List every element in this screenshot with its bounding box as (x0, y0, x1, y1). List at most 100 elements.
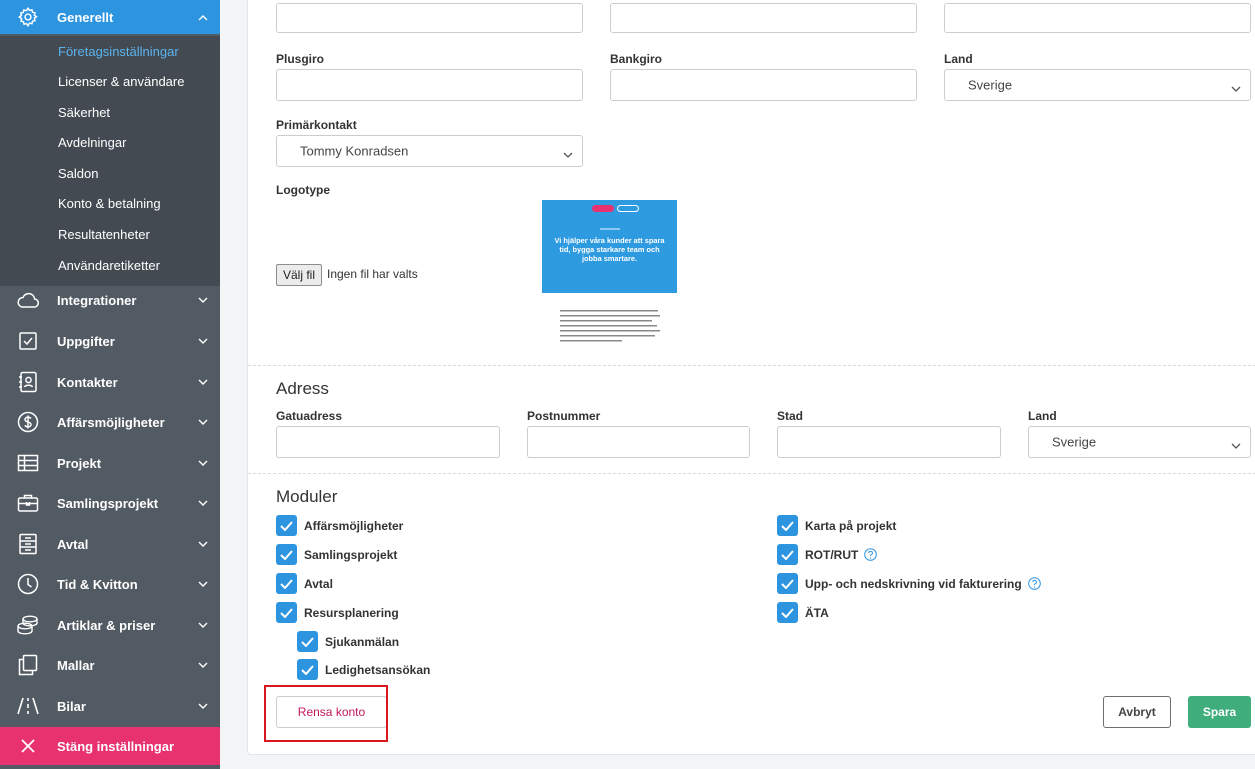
coins-icon (16, 613, 40, 637)
module-label: ROT/RUT (805, 547, 859, 562)
company-field-top-2[interactable] (610, 3, 917, 33)
briefcase-icon (16, 491, 40, 515)
sidebar-section-artiklar-priser[interactable]: Artiklar & priser (0, 608, 220, 642)
sidebar-item-saldon[interactable]: Saldon (58, 166, 98, 181)
chevron-down-icon (198, 498, 208, 508)
postal-label: Postnummer (527, 409, 601, 423)
sidebar-section-avtal[interactable]: Avtal (0, 527, 220, 561)
checkmark-icon (777, 515, 798, 536)
address-country-select[interactable]: Sverige (1028, 426, 1251, 458)
postal-input[interactable] (527, 426, 750, 458)
checkmark-icon (297, 659, 318, 680)
country-select[interactable]: Sverige (944, 69, 1251, 101)
module-checkbox-upp-nedskrivning[interactable]: Upp- och nedskrivning vid fakturering (777, 573, 1041, 594)
sidebar-item-licenser[interactable]: Licenser & användare (58, 74, 184, 89)
module-checkbox-ata[interactable]: ÄTA (777, 602, 829, 623)
address-country-value: Sverige (1052, 434, 1097, 450)
logo-preview-banner: Vi hjälper våra kunder att spara tid, by… (542, 200, 677, 293)
module-label: Upp- och nedskrivning vid fakturering (805, 576, 1022, 591)
settings-sidebar: Generellt Företagsinställningar Licenser… (0, 0, 220, 769)
reset-account-button[interactable]: Rensa konto (276, 696, 387, 728)
chevron-down-icon (198, 377, 208, 387)
logo-preview-pill (592, 205, 614, 212)
module-checkbox-avtal[interactable]: Avtal (276, 573, 333, 594)
chevron-down-icon (563, 147, 573, 158)
sidebar-subnav: Företagsinställningar Licenser & använda… (0, 36, 220, 286)
modules-section-title: Moduler (276, 487, 338, 506)
module-checkbox-karta[interactable]: Karta på projekt (777, 515, 896, 536)
company-field-top-1[interactable] (276, 3, 583, 33)
help-icon[interactable] (1027, 577, 1041, 590)
sidebar-section-projekt[interactable]: Projekt (0, 446, 220, 480)
save-button[interactable]: Spara (1188, 696, 1251, 728)
sidebar-item-resultatenheter[interactable]: Resultatenheter (58, 227, 150, 242)
sidebar-section-label: Tid & Kvitton (57, 576, 138, 592)
chevron-down-icon (198, 336, 208, 346)
sidebar-item-avdelningar[interactable]: Avdelningar (58, 135, 126, 150)
close-settings-button[interactable]: Stäng inställningar (0, 727, 220, 765)
sidebar-section-mallar[interactable]: Mallar (0, 648, 220, 682)
sidebar-section-label: Mallar (57, 657, 95, 673)
sidebar-section-label: Uppgifter (57, 333, 115, 349)
sidebar-section-generellt[interactable]: Generellt (0, 0, 220, 34)
module-checkbox-samlingsprojekt[interactable]: Samlingsprojekt (276, 544, 397, 565)
cancel-button[interactable]: Avbryt (1103, 696, 1171, 728)
chevron-down-icon (1231, 81, 1241, 92)
clock-icon (16, 572, 40, 596)
city-input[interactable] (777, 426, 1001, 458)
sidebar-section-label: Samlingsprojekt (57, 495, 159, 511)
sidebar-item-sakerhet[interactable]: Säkerhet (58, 105, 110, 120)
sidebar-item-foretagsinstallningar[interactable]: Företagsinställningar (58, 44, 179, 59)
checkmark-icon (276, 573, 297, 594)
file-status-text: Ingen fil har valts (327, 267, 418, 281)
chevron-down-icon (198, 295, 208, 305)
sidebar-item-konto-betalning[interactable]: Konto & betalning (58, 196, 161, 211)
choose-file-button[interactable]: Välj fil (276, 264, 323, 286)
company-settings-card: Plusgiro Bankgiro Land Sverige Primärkon… (247, 0, 1255, 755)
module-checkbox-resursplanering[interactable]: Resursplanering (276, 602, 399, 623)
close-icon (20, 738, 36, 754)
sidebar-section-integrationer[interactable]: Integrationer (0, 283, 220, 317)
table-icon (16, 451, 40, 475)
module-label: Resursplanering (304, 605, 399, 620)
city-label: Stad (777, 409, 804, 423)
logo-preview-headline: Vi hjälper våra kunder att spara tid, by… (554, 236, 665, 263)
chevron-down-icon (198, 620, 208, 630)
module-label: ÄTA (805, 605, 829, 620)
plusgiro-input[interactable] (276, 69, 583, 101)
sidebar-section-label: Projekt (57, 455, 102, 471)
sidebar-section-label: Kontakter (57, 374, 118, 390)
sidebar-section-uppgifter[interactable]: Uppgifter (0, 324, 220, 358)
sidebar-section-tid-kvitton[interactable]: Tid & Kvitton (0, 567, 220, 601)
module-checkbox-affarsmojligheter[interactable]: Affärsmöjligheter (276, 515, 403, 536)
checkmark-icon (777, 602, 798, 623)
checkbox-icon (16, 329, 40, 353)
sidebar-item-anvandaretiketter[interactable]: Användaretiketter (58, 258, 160, 273)
checkmark-icon (777, 573, 798, 594)
sidebar-section-label: Generellt (57, 9, 114, 25)
primary-contact-value: Tommy Konradsen (300, 143, 409, 159)
module-checkbox-sjukanmalan[interactable]: Sjukanmälan (297, 631, 399, 652)
module-label: Avtal (304, 576, 333, 591)
module-label: Karta på projekt (805, 518, 897, 533)
dollar-circle-icon (16, 410, 40, 434)
module-checkbox-rot-rut[interactable]: ROT/RUT (777, 544, 878, 565)
chevron-down-icon (198, 539, 208, 549)
sidebar-section-affarsmojligheter[interactable]: Affärsmöjligheter (0, 405, 220, 439)
sidebar-section-bilar[interactable]: Bilar (0, 689, 220, 723)
bankgiro-input[interactable] (610, 69, 917, 101)
module-checkbox-ledighetsansokan[interactable]: Ledighetsansökan (297, 659, 430, 680)
street-input[interactable] (276, 426, 500, 458)
company-field-top-3[interactable] (944, 3, 1251, 33)
address-section-title: Adress (276, 379, 329, 398)
sidebar-section-kontakter[interactable]: Kontakter (0, 365, 220, 399)
sidebar-section-samlingsprojekt[interactable]: Samlingsprojekt (0, 486, 220, 520)
help-icon[interactable] (864, 548, 878, 561)
chevron-down-icon (198, 660, 208, 670)
primary-contact-select[interactable]: Tommy Konradsen (276, 135, 583, 167)
bankgiro-label: Bankgiro (610, 52, 663, 66)
primary-contact-label: Primärkontakt (276, 118, 357, 132)
checkmark-icon (297, 631, 318, 652)
address-country-label: Land (1028, 409, 1057, 423)
sidebar-section-label: Affärsmöjligheter (57, 414, 165, 430)
